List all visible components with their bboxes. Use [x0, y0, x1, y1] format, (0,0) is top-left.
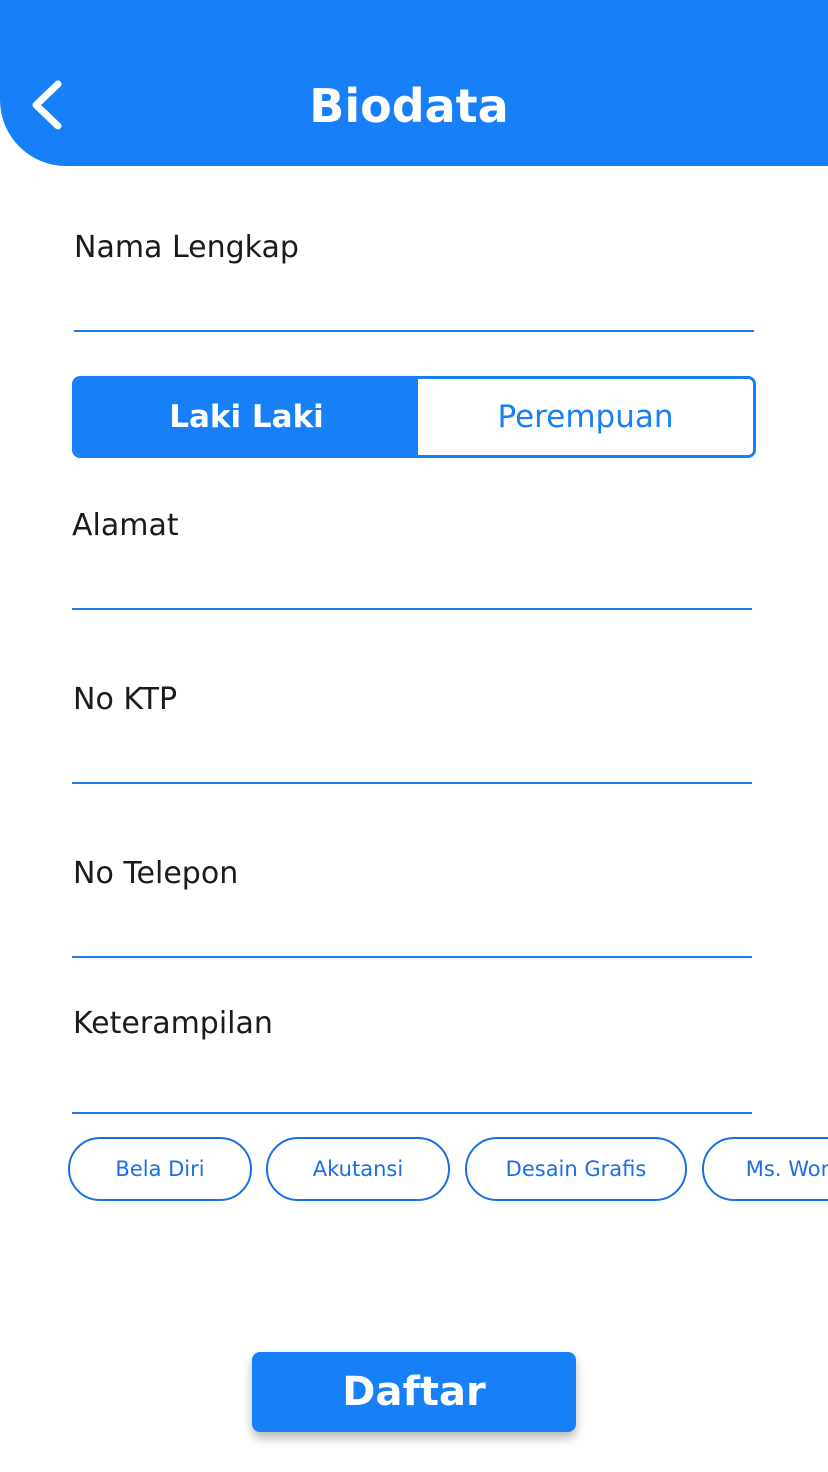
alamat-input[interactable] — [72, 564, 752, 610]
skill-chip-bela-diri[interactable]: Bela Diri — [68, 1137, 252, 1201]
skill-chip-akutansi[interactable]: Akutansi — [266, 1137, 450, 1201]
page-title: Biodata — [309, 79, 509, 133]
keterampilan-input[interactable] — [72, 1068, 752, 1114]
no-ktp-label: No KTP — [73, 682, 178, 717]
skill-chip-ms-word[interactable]: Ms. Word — [702, 1137, 828, 1201]
gender-option-laki-laki[interactable]: Laki Laki — [75, 379, 418, 455]
nama-lengkap-label: Nama Lengkap — [74, 230, 299, 265]
no-telepon-input[interactable] — [72, 912, 752, 958]
skill-chip-desain-grafis[interactable]: Desain Grafis — [465, 1137, 687, 1201]
daftar-button[interactable]: Daftar — [252, 1352, 576, 1432]
keterampilan-label: Keterampilan — [73, 1006, 273, 1041]
nama-lengkap-input[interactable] — [74, 286, 754, 332]
skill-chip-list: Bela Diri Akutansi Desain Grafis Ms. Wor… — [68, 1137, 828, 1203]
alamat-label: Alamat — [72, 508, 179, 543]
no-telepon-label: No Telepon — [73, 856, 239, 891]
gender-option-perempuan[interactable]: Perempuan — [418, 379, 753, 455]
no-ktp-input[interactable] — [72, 738, 752, 784]
gender-toggle: Laki Laki Perempuan — [72, 376, 756, 458]
app-header: Biodata — [0, 0, 828, 166]
